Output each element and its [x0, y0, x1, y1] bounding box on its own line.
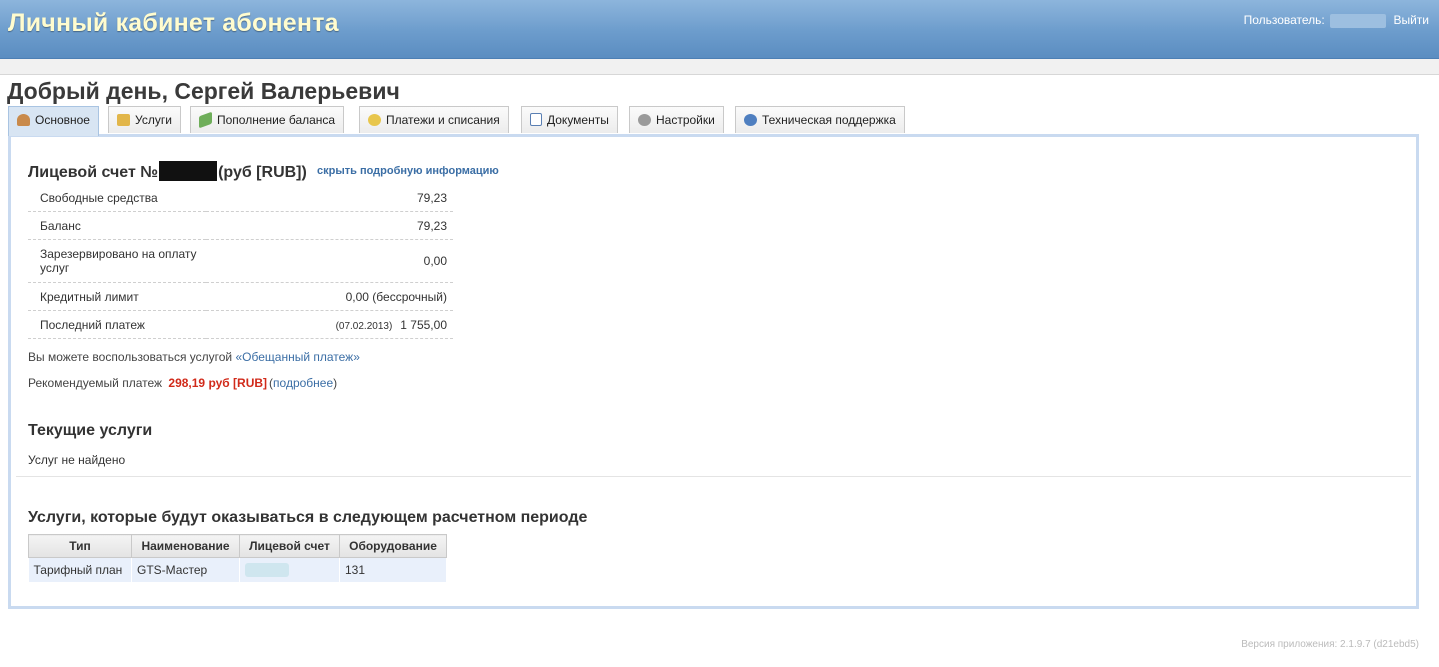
- app-version: Версия приложения: 2.1.9.7 (d21ebd5): [1241, 639, 1419, 650]
- balance-label: Свободные средства: [28, 184, 206, 212]
- user-icon: [17, 114, 30, 126]
- tab-topup[interactable]: Пополнение баланса: [190, 106, 345, 133]
- recommended-label: Рекомендуемый платеж: [28, 376, 163, 390]
- balance-value: (07.02.2013) 1 755,00: [206, 310, 453, 339]
- balance-row: Свободные средства 79,23: [28, 184, 453, 212]
- section-divider: [16, 476, 1411, 477]
- tab-main[interactable]: Основное: [8, 106, 99, 136]
- column-header: Наименование: [131, 534, 240, 558]
- table-header-row: Тип Наименование Лицевой счет Оборудован…: [28, 534, 447, 558]
- promised-payment-link[interactable]: «Обещанный платеж»: [235, 350, 359, 364]
- header-strip: [0, 59, 1439, 75]
- balance-label: Последний платеж: [28, 310, 206, 339]
- last-payment-amount: 1 755,00: [400, 317, 447, 332]
- balance-row: Кредитный лимит 0,00 (бессрочный): [28, 282, 453, 311]
- greeting: Добрый день, Сергей Валерьевич: [7, 78, 400, 104]
- help-icon: [744, 114, 757, 126]
- user-box: Пользователь: Выйти: [1244, 13, 1429, 28]
- app-title: Личный кабинет абонента: [8, 9, 339, 37]
- box-icon: [117, 114, 130, 126]
- balance-row: Баланс 79,23: [28, 211, 453, 240]
- cell-account: [239, 557, 340, 582]
- document-icon: [530, 113, 542, 126]
- balance-row: Последний платеж (07.02.2013) 1 755,00: [28, 310, 453, 339]
- hide-details-link[interactable]: скрыть подробную информацию: [317, 165, 499, 177]
- tab-label: Документы: [547, 113, 609, 127]
- account-title-prefix: Лицевой счет №: [28, 164, 159, 181]
- account-title: Лицевой счет № (руб [RUB]): [28, 161, 307, 182]
- account-redacted: [245, 563, 289, 578]
- tab-label: Техническая поддержка: [762, 113, 896, 127]
- coins-icon: [368, 114, 381, 126]
- balance-label: Баланс: [28, 211, 206, 240]
- logout-link[interactable]: Выйти: [1393, 13, 1429, 27]
- balance-label: Кредитный лимит: [28, 282, 206, 311]
- gear-icon: [638, 114, 651, 126]
- next-period-title: Услуги, которые будут оказываться в след…: [28, 509, 588, 526]
- column-header: Лицевой счет: [239, 534, 340, 558]
- tab-documents[interactable]: Документы: [521, 106, 618, 133]
- account-number-redacted: [159, 161, 218, 181]
- next-period-table: Тип Наименование Лицевой счет Оборудован…: [28, 534, 447, 582]
- column-header: Тип: [28, 534, 132, 558]
- tab-services[interactable]: Услуги: [108, 106, 181, 133]
- cell-equipment: 131: [339, 557, 447, 582]
- tab-label: Основное: [35, 113, 90, 127]
- balance-value: 79,23: [206, 184, 453, 212]
- money-icon: [199, 111, 212, 129]
- balance-value: 0,00 (бессрочный): [206, 282, 453, 311]
- recommended-amount: 298,19 руб [RUB]: [168, 376, 268, 390]
- tab-label: Пополнение баланса: [217, 113, 336, 127]
- tab-support[interactable]: Техническая поддержка: [735, 106, 905, 133]
- promised-payment-note: Вы можете воспользоваться услугой «Обеща…: [28, 350, 360, 364]
- account-title-suffix: (руб [RUB]): [218, 164, 307, 181]
- current-services-empty: Услуг не найдено: [28, 453, 126, 467]
- app-header: Личный кабинет абонента Пользователь: Вы…: [0, 0, 1439, 59]
- promised-payment-text: Вы можете воспользоваться услугой: [28, 350, 233, 364]
- table-row[interactable]: Тарифный план GTS-Мастер 131: [28, 557, 447, 582]
- main-panel: Лицевой счет № (руб [RUB]) скрыть подробн…: [8, 134, 1419, 609]
- last-payment-date: (07.02.2013): [335, 320, 393, 332]
- balance-row: Зарезервировано на оплату услуг 0,00: [28, 239, 453, 283]
- tab-label: Платежи и списания: [386, 113, 500, 127]
- balance-table: Свободные средства 79,23 Баланс 79,23 За…: [28, 184, 453, 339]
- column-header: Оборудование: [339, 534, 447, 558]
- balance-value: 79,23: [206, 211, 453, 240]
- tab-label: Услуги: [135, 113, 172, 127]
- recommended-payment: Рекомендуемый платеж 298,19 руб [RUB] (по…: [28, 376, 338, 390]
- recommended-details-link[interactable]: подробнее: [273, 376, 333, 390]
- tab-settings[interactable]: Настройки: [629, 106, 724, 133]
- username-redacted: [1330, 13, 1387, 28]
- balance-value: 0,00: [206, 239, 453, 283]
- tab-label: Настройки: [656, 113, 715, 127]
- tab-payments[interactable]: Платежи и списания: [359, 106, 509, 133]
- user-label: Пользователь:: [1243, 13, 1325, 27]
- balance-label: Зарезервировано на оплату услуг: [28, 239, 206, 283]
- cell-name: GTS-Мастер: [131, 557, 240, 582]
- cell-type: Тарифный план: [28, 557, 132, 582]
- current-services-title: Текущие услуги: [28, 422, 153, 439]
